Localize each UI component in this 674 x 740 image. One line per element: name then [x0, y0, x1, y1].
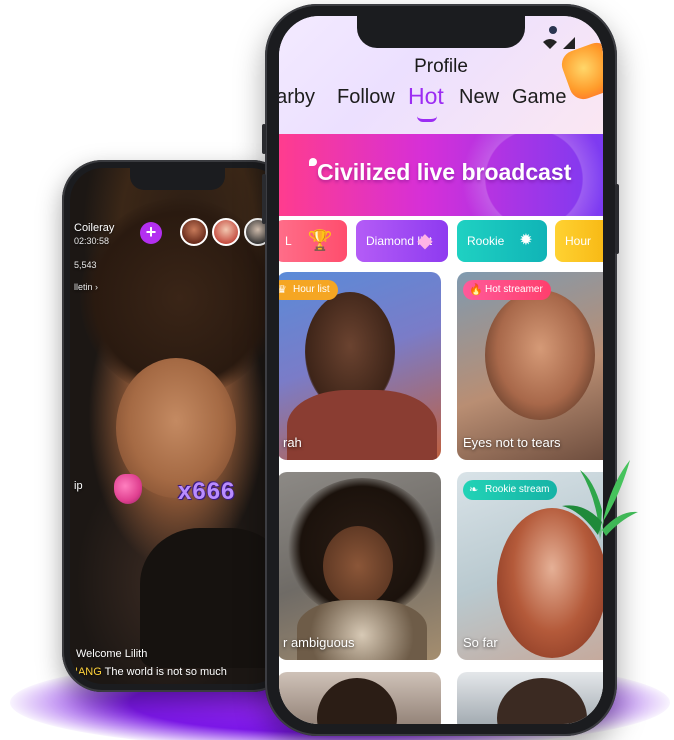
camera-notch [357, 16, 557, 48]
card-tag-label: Hour list [293, 284, 330, 295]
tab-follow[interactable]: Follow [337, 86, 395, 109]
trophy-icon: 🏆 [307, 230, 333, 252]
gift-combo-count: x666 [178, 478, 236, 505]
streamer-photo [287, 390, 437, 460]
new-badge-icon: ✹ [519, 232, 533, 249]
chat-message: The world is not so much [104, 666, 227, 678]
chip-rookie[interactable]: Rookie ✹ [457, 220, 547, 262]
ranking-chips: L 🏆 Diamond list ◆ Rookie ✹ Hour [279, 220, 603, 266]
streamer-card[interactable] [457, 672, 603, 724]
welcome-message: Welcome Lilith [76, 648, 148, 660]
card-tag-label: Rookie stream [485, 484, 550, 495]
flame-icon: 🔥 [469, 284, 483, 296]
side-label: ip [74, 480, 83, 492]
streamer-name: r ambiguous [283, 635, 355, 650]
live-room-screen: Coileray 02:30:58 + 5,543 lletin › ip x6… [70, 168, 284, 684]
streamer-name: So far [463, 635, 498, 650]
tab-new[interactable]: New [459, 86, 499, 109]
hour-list-badge: ♛ Hour list [279, 280, 338, 300]
follow-host-button[interactable]: + [140, 222, 162, 244]
tab-hot[interactable]: Hot [408, 83, 444, 110]
plant-decoration [562, 460, 638, 540]
streamer-photo [485, 290, 595, 420]
streamer-name: rah [283, 435, 302, 450]
streamer-card[interactable]: r ambiguous [279, 472, 441, 660]
streamer-photo [323, 526, 393, 606]
streamer-card[interactable]: 🔥 Hot streamer Eyes not to tears [457, 272, 603, 460]
streamer-card[interactable]: ♛ Hour list rah [279, 272, 441, 460]
host-name: Coileray [74, 222, 115, 234]
chat-bubble-icon [309, 158, 317, 166]
chat-user: NANG [70, 666, 102, 678]
hot-streamer-badge: 🔥 Hot streamer [463, 280, 551, 300]
rookie-streamer-badge: ❧ Rookie stream [463, 480, 558, 500]
active-tab-indicator [417, 116, 437, 122]
volume-button [262, 174, 266, 224]
promo-banner[interactable]: Civilized live broadcast [279, 134, 603, 216]
follower-count: 5,543 [74, 260, 97, 270]
leaf-icon: ❧ [469, 484, 479, 496]
host-id: 02:30:58 [74, 236, 110, 246]
streamer-name: Eyes not to tears [463, 435, 561, 450]
chip-ranking[interactable]: L 🏆 [279, 220, 347, 262]
tab-game[interactable]: Game [512, 86, 566, 109]
profile-phone: Profile earby Follow Hot New Game Civili… [262, 4, 619, 736]
gift-icon [114, 474, 142, 504]
bulletin-link[interactable]: lletin › [74, 282, 98, 292]
chip-hour[interactable]: Hour [555, 220, 603, 262]
streamer-shoulder [140, 528, 284, 668]
viewer-avatar[interactable] [180, 218, 208, 246]
chip-diamond-list[interactable]: Diamond list ◆ [356, 220, 448, 262]
viewer-avatar[interactable] [212, 218, 240, 246]
streamer-photo [497, 678, 587, 724]
power-button [615, 184, 619, 254]
profile-screen: Profile earby Follow Hot New Game Civili… [279, 16, 603, 724]
bulletin-label: lletin [74, 282, 93, 292]
card-tag-label: Hot streamer [485, 284, 543, 295]
camera-notch [130, 168, 278, 190]
streamer-card[interactable] [279, 672, 441, 724]
diamond-icon: ◆ [417, 230, 433, 252]
banner-title: Civilized live broadcast [317, 159, 572, 185]
page-title: Profile [414, 56, 468, 77]
tab-nearby[interactable]: earby [279, 86, 315, 109]
streamer-photo [297, 600, 427, 660]
volume-button [262, 124, 266, 154]
crown-icon: ♛ [279, 284, 287, 296]
chip-label: L [285, 234, 292, 248]
category-tabs: earby Follow Hot New Game [279, 80, 603, 122]
streamer-photo [317, 678, 397, 724]
live-room-phone: Coileray 02:30:58 + 5,543 lletin › ip x6… [62, 160, 292, 692]
chat-line: NANG The world is not so much [70, 666, 227, 678]
chip-label: Rookie [467, 234, 505, 248]
chip-label: Hour [565, 234, 592, 248]
